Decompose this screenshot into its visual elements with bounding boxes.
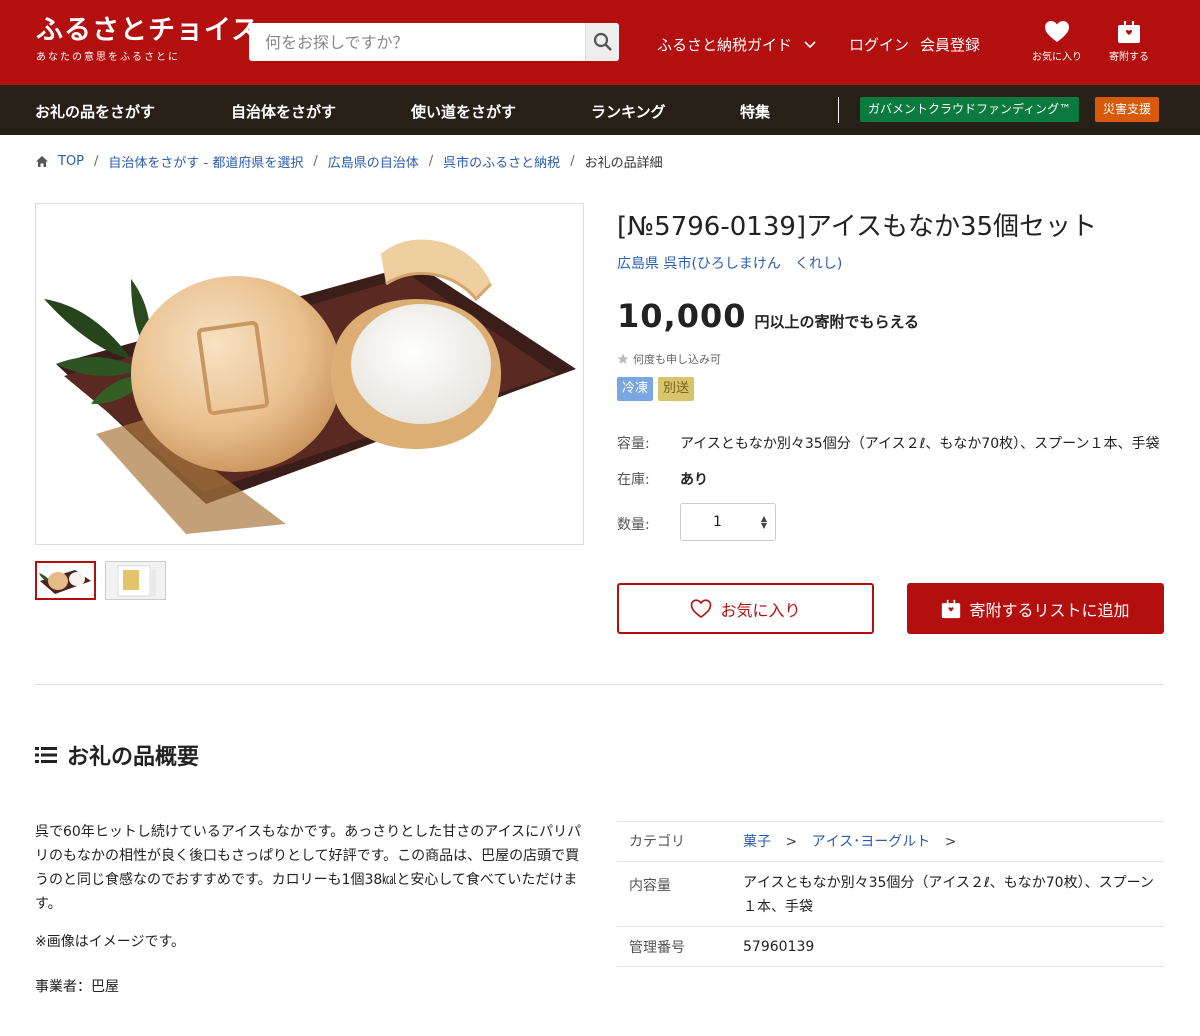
nav-divider xyxy=(838,97,839,123)
breadcrumb-kure[interactable]: 呉市のふるさと納税 xyxy=(443,152,560,171)
content-value: アイスともなか別々35個分（アイス２ℓ、もなか70枚）、スプーン１本、手袋 xyxy=(743,875,1154,915)
header-donate[interactable]: 寄附する xyxy=(1099,20,1159,63)
content-row: 内容量 アイスともなか別々35個分（アイス２ℓ、もなか70枚）、スプーン１本、手… xyxy=(617,861,1164,926)
quantity-arrows[interactable]: ▲ ▼ xyxy=(761,515,767,530)
nav-item-ranking[interactable]: ランキング xyxy=(591,101,666,122)
logo-tagline: あなたの意思をふるさとに xyxy=(36,52,180,63)
gcf-button[interactable]: ガバメントクラウドファンディング™ xyxy=(860,97,1080,122)
heart-icon xyxy=(1045,21,1069,42)
thumbnail-monaka-image xyxy=(39,570,91,594)
favorites-label: お気に入り xyxy=(1032,52,1082,63)
search-icon xyxy=(593,32,612,51)
breadcrumb-current: お礼の品詳細 xyxy=(584,156,663,171)
nav-item-municipalities[interactable]: 自治体をさがす xyxy=(231,101,336,122)
quantity-label: 数量: xyxy=(617,517,650,533)
donate-box-icon xyxy=(942,599,961,618)
breadcrumb-top[interactable]: TOP xyxy=(58,154,84,169)
overview-heading: お礼の品概要 xyxy=(35,739,199,771)
quantity-stepper: ▲▼ xyxy=(680,503,776,541)
register-link[interactable]: 会員登録 xyxy=(920,34,980,55)
search-button[interactable] xyxy=(585,23,619,61)
breadcrumb: TOP / 自治体をさがす - 都道府県を選択 / 広島県の自治体 / 呉市のふ… xyxy=(35,152,663,171)
thumbnail-2[interactable] xyxy=(105,561,166,600)
management-id-label: 管理番号 xyxy=(629,940,685,956)
list-icon xyxy=(35,747,57,763)
product-description: 呉で60年ヒットし続けているアイスもなかです。あっさりとした甘さのアイスにパリパ… xyxy=(35,824,582,912)
site-header: ふるさとチョイス あなたの意思をふるさとに ふるさと納税ガイド ログイン 会員登… xyxy=(0,0,1200,85)
breadcrumb-separator: / xyxy=(570,154,575,169)
category-link-sweets[interactable]: 菓子 xyxy=(743,834,771,850)
product-info-table: カテゴリ 菓子 > アイス･ヨーグルト > 内容量 アイスともなか別々35個分（… xyxy=(617,821,1164,967)
donate-label: 寄附する xyxy=(1109,52,1149,63)
add-list-button-label: 寄附するリストに追加 xyxy=(969,600,1130,620)
price-value: 10,000 xyxy=(617,297,747,335)
price-suffix: 円以上の寄附でもらえる xyxy=(754,313,920,331)
logo-text: ふるさとチョイス xyxy=(36,15,260,46)
thumbnail-1[interactable] xyxy=(35,561,96,600)
tag-separate-shipping: 別送 xyxy=(658,377,695,401)
donation-amount: 10,000 円以上の寄附でもらえる xyxy=(617,297,919,335)
municipality-link[interactable]: 広島県 呉市(ひろしまけん くれし) xyxy=(617,253,842,273)
tag-frozen: 冷凍 xyxy=(617,377,654,401)
category-row: カテゴリ 菓子 > アイス･ヨーグルト > xyxy=(617,821,1164,861)
nav-item-gifts[interactable]: お礼の品をさがす xyxy=(35,101,155,122)
quantity-input[interactable] xyxy=(681,504,751,540)
capacity-label: 容量: xyxy=(617,436,650,452)
breadcrumb-separator: / xyxy=(428,154,434,169)
section-divider xyxy=(35,684,1164,685)
breadcrumb-prefecture-select[interactable]: 自治体をさがす - 都道府県を選択 xyxy=(108,152,303,171)
nav-item-features[interactable]: 特集 xyxy=(740,101,770,122)
favorites-button-label: お気に入り xyxy=(720,600,801,620)
category-separator: > xyxy=(944,834,957,850)
repeat-application-note: 何度も申し込み可 xyxy=(617,351,721,367)
image-note: ※画像はイメージです。 xyxy=(35,934,186,950)
thumbnail-box-image xyxy=(106,562,165,599)
stock-label: 在庫: xyxy=(617,472,650,488)
breadcrumb-hiroshima[interactable]: 広島県の自治体 xyxy=(328,152,419,171)
donate-box-icon xyxy=(1118,21,1140,43)
product-title: [№5796-0139]アイスもなか35個セット xyxy=(617,212,1098,242)
home-icon xyxy=(36,156,48,167)
search-input[interactable] xyxy=(249,23,585,61)
ice-monaka-photo xyxy=(44,239,576,534)
repeat-note-text: 何度も申し込み可 xyxy=(633,353,721,366)
management-id-value: 57960139 xyxy=(743,939,815,955)
content-label: 内容量 xyxy=(629,878,671,894)
heart-outline-icon xyxy=(691,598,712,618)
chevron-down-icon xyxy=(804,41,816,49)
breadcrumb-separator: / xyxy=(313,154,318,169)
category-separator: > xyxy=(785,834,798,850)
category-link-ice-yogurt[interactable]: アイス･ヨーグルト xyxy=(812,834,931,850)
overview-title: お礼の品概要 xyxy=(67,745,200,770)
stock-value: あり xyxy=(680,472,708,488)
capacity-value: アイスともなか別々35個分（アイス２ℓ、もなか70枚）、スプーン１本、手袋 xyxy=(680,436,1160,452)
header-favorites[interactable]: お気に入り xyxy=(1027,20,1087,63)
site-logo[interactable]: ふるさとチョイス あなたの意思をふるさとに xyxy=(36,15,260,64)
nav-item-uses[interactable]: 使い道をさがす xyxy=(411,101,516,122)
guide-menu[interactable]: ふるさと納税ガイド xyxy=(657,34,817,55)
star-icon xyxy=(617,353,629,364)
category-label: カテゴリ xyxy=(629,834,685,850)
main-nav: お礼の品をさがす 自治体をさがす 使い道をさがす ランキング 特集 ガバメントク… xyxy=(0,85,1200,135)
product-main-image[interactable] xyxy=(35,203,584,545)
add-to-donation-list-button[interactable]: 寄附するリストに追加 xyxy=(907,583,1164,634)
breadcrumb-separator: / xyxy=(94,154,99,169)
guide-label: ふるさと納税ガイド xyxy=(657,36,793,54)
search-bar xyxy=(249,23,619,61)
business-operator: 事業者：巴屋 xyxy=(35,979,119,995)
management-id-row: 管理番号 57960139 xyxy=(617,926,1164,967)
add-to-favorites-button[interactable]: お気に入り xyxy=(617,583,874,634)
login-link[interactable]: ログイン xyxy=(849,34,909,55)
disaster-support-button[interactable]: 災害支援 xyxy=(1095,97,1160,122)
